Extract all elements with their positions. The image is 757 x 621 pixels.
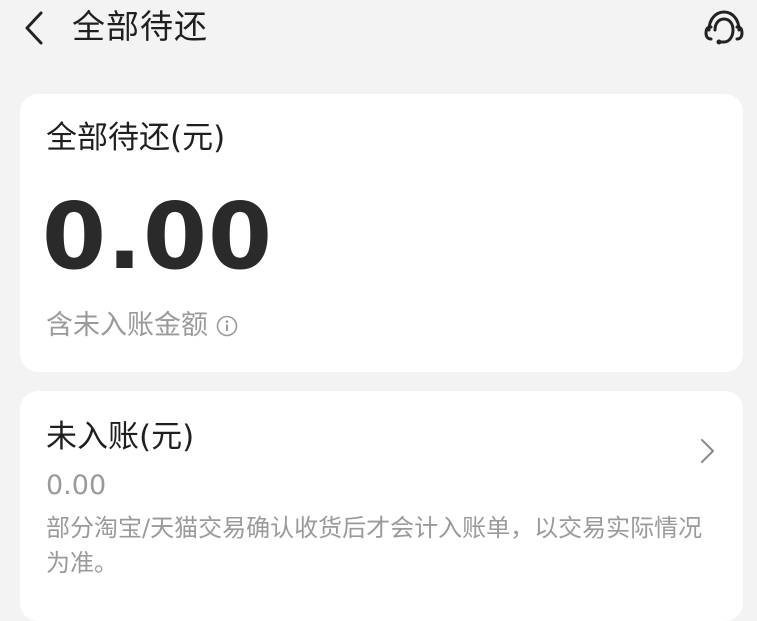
page-title: 全部待还 <box>72 7 208 46</box>
unbilled-card[interactable]: 未入账(元) 0.00 部分淘宝/天猫交易确认收货后才会计入账单，以交易实际情况… <box>20 391 743 621</box>
customer-service-button[interactable] <box>699 4 749 54</box>
unbilled-included-note: 含未入账金额 <box>46 306 238 346</box>
total-due-card: 全部待还(元) 0.00 含未入账金额 <box>20 94 743 372</box>
info-icon[interactable] <box>216 315 238 337</box>
note-text: 含未入账金额 <box>46 310 208 341</box>
unbilled-label: 未入账(元) <box>46 419 195 455</box>
unbilled-description: 部分淘宝/天猫交易确认收货后才会计入账单，以交易实际情况为准。 <box>46 514 703 577</box>
chevron-right-icon <box>701 439 714 463</box>
customer-service-icon <box>704 10 744 45</box>
back-button[interactable] <box>14 6 54 50</box>
top-bar: 全部待还 <box>0 0 757 60</box>
total-due-amount: 0.00 <box>42 183 273 290</box>
total-due-label: 全部待还(元) <box>46 120 226 156</box>
unbilled-amount: 0.00 <box>46 470 107 501</box>
chevron-left-icon <box>25 11 43 45</box>
